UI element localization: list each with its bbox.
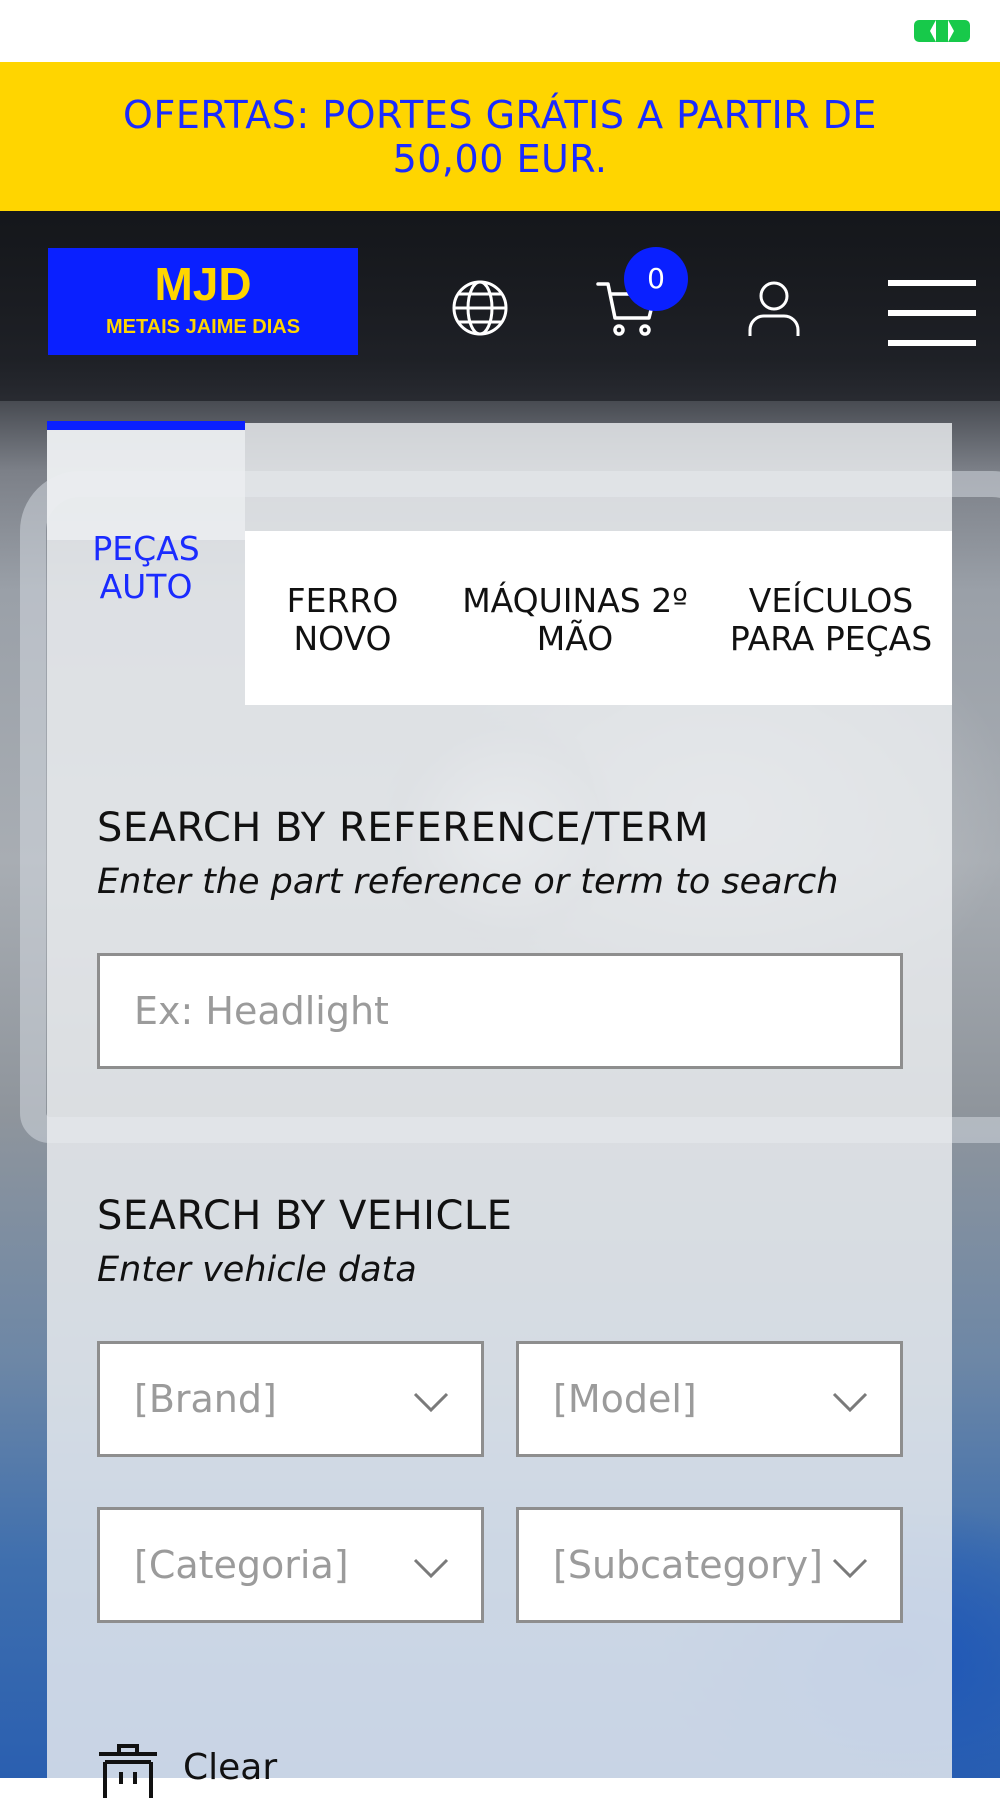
chevron-down-icon [413, 1392, 449, 1413]
tab-maquinas-2-mao[interactable]: MÁQUINAS 2º MÃO [440, 580, 710, 660]
reference-search-placeholder: Ex: Headlight [134, 989, 389, 1033]
tab-pecas-auto[interactable]: PEÇAS AUTO [47, 528, 245, 608]
tab-veiculos-para-pecas[interactable]: VEÍCULOS PARA PEÇAS [710, 560, 952, 680]
status-bar [0, 0, 1000, 62]
brand-select[interactable]: [Brand] [97, 1341, 484, 1457]
clear-label: Clear [183, 1747, 278, 1788]
model-select-value: [Model] [553, 1377, 697, 1421]
vehicle-search-subtitle: Enter vehicle data [97, 1250, 417, 1290]
globe-icon[interactable] [450, 278, 510, 338]
reference-search-input[interactable]: Ex: Headlight [97, 953, 903, 1069]
tab-active-indicator [47, 421, 245, 540]
user-icon[interactable] [744, 278, 804, 338]
tab-ferro-novo[interactable]: FERRO NOVO [245, 580, 440, 660]
subcategory-select[interactable]: [Subcategory] [516, 1507, 903, 1623]
model-select[interactable]: [Model] [516, 1341, 903, 1457]
menu-icon[interactable] [888, 280, 976, 346]
chevron-down-icon [413, 1558, 449, 1579]
clear-button[interactable]: Clear [97, 1742, 317, 1802]
logo-main-text: MJD [154, 258, 252, 310]
category-select[interactable]: [Categoria] [97, 1507, 484, 1623]
battery-icon [914, 20, 970, 42]
cart-count-badge[interactable]: 0 [624, 247, 688, 311]
category-select-value: [Categoria] [134, 1543, 349, 1587]
subcategory-select-value: [Subcategory] [553, 1543, 823, 1587]
reference-search-title: SEARCH BY REFERENCE/TERM [97, 805, 709, 851]
chevron-down-icon [832, 1392, 868, 1413]
brand-select-value: [Brand] [134, 1377, 277, 1421]
trash-icon [99, 1744, 157, 1798]
vehicle-search-title: SEARCH BY VEHICLE [97, 1193, 513, 1239]
logo-sub-text: METAIS JAIME DIAS [105, 316, 301, 338]
chevron-down-icon [832, 1558, 868, 1579]
promo-text: OFERTAS: PORTES GRÁTIS A PARTIR DE 50,00… [123, 92, 877, 181]
promo-banner[interactable]: OFERTAS: PORTES GRÁTIS A PARTIR DE 50,00… [0, 62, 1000, 211]
reference-search-subtitle: Enter the part reference or term to sear… [97, 862, 839, 902]
site-logo[interactable]: MJD METAIS JAIME DIAS [48, 248, 358, 355]
